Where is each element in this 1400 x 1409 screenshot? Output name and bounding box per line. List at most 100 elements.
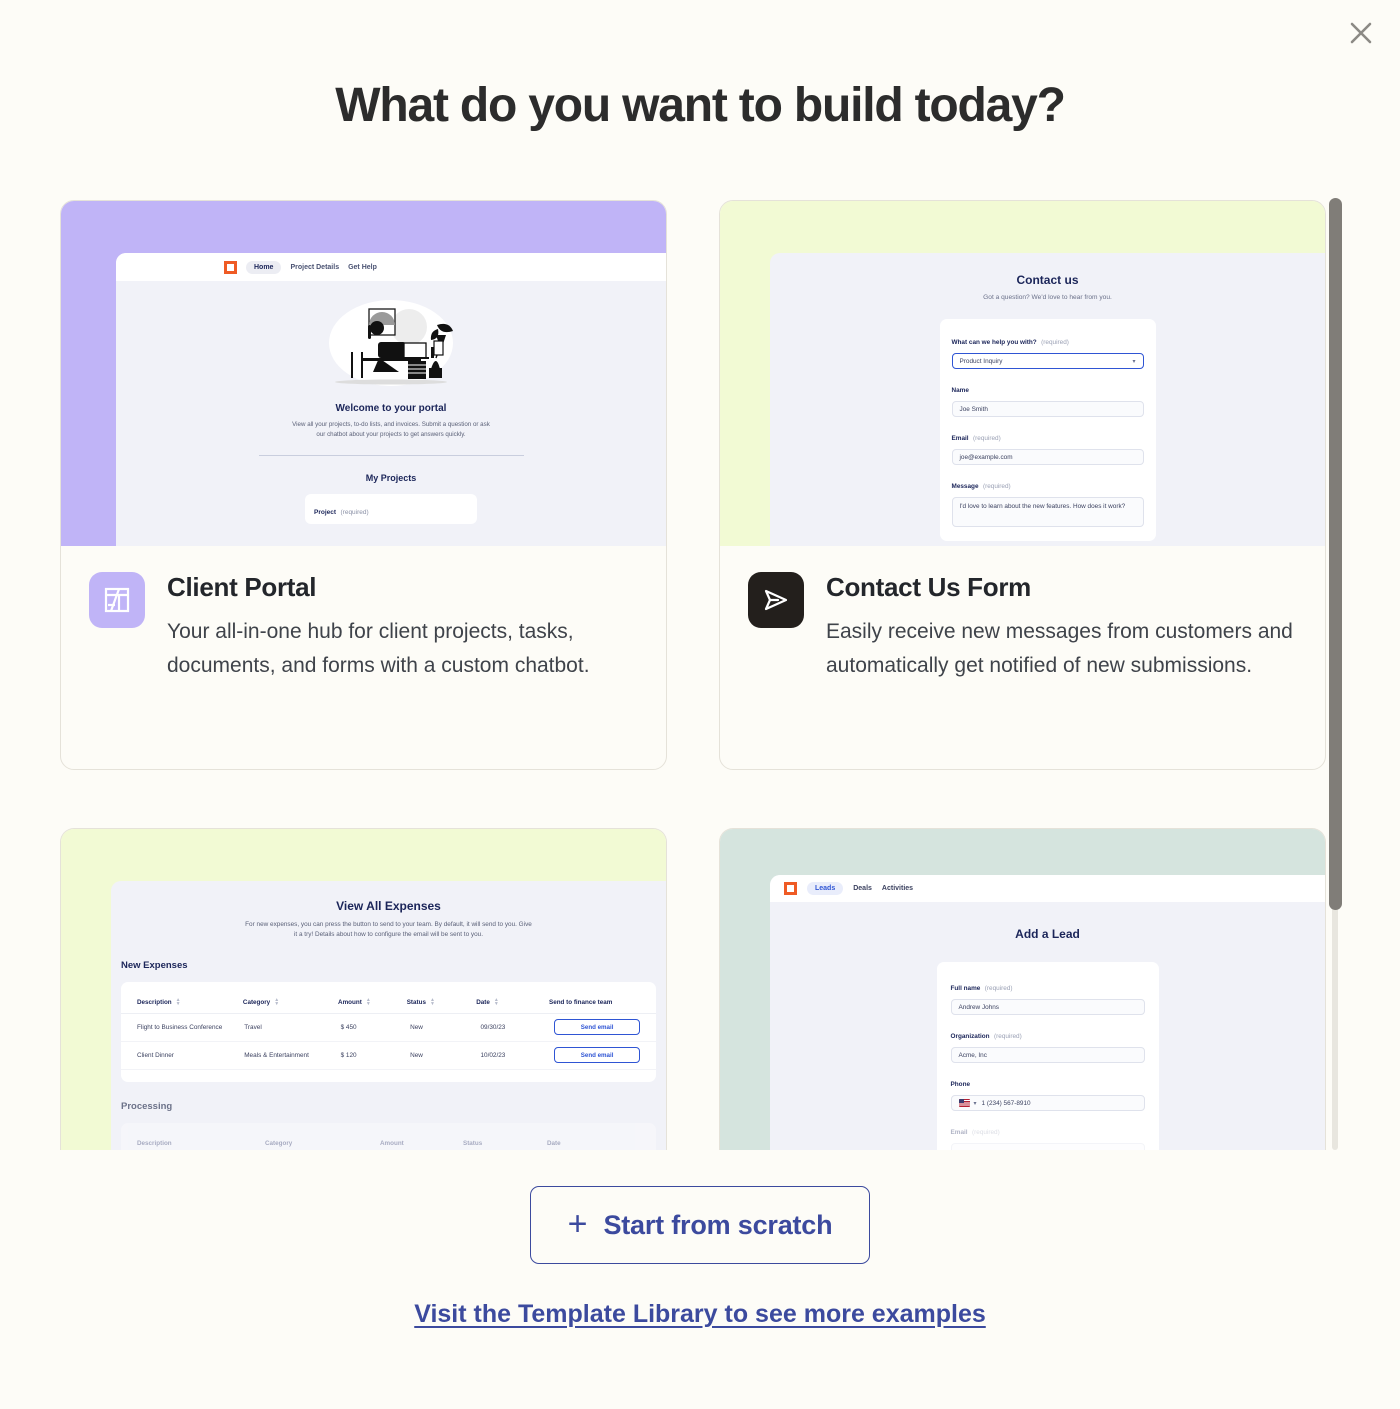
scrollbar-thumb[interactable]	[1329, 198, 1342, 910]
organization-input[interactable]: Acme, Inc	[950, 1047, 1145, 1063]
close-icon[interactable]	[1340, 12, 1382, 54]
email-value: joe@example.com	[959, 453, 1013, 461]
sort-icon[interactable]: ▲ ▼	[176, 998, 181, 1007]
message-textarea[interactable]: I'd love to learn about the new features…	[951, 497, 1144, 527]
contact-form-mock: Contact us Got a question? We'd love to …	[770, 253, 1325, 546]
form-group-organization: Organization (required) Acme, Inc	[950, 1025, 1145, 1063]
col-label: Category	[242, 998, 271, 1006]
form-group-full-name: Full name (required) Andrew Johns	[950, 977, 1145, 1015]
template-description: Your all-in-one hub for client projects,…	[167, 620, 590, 678]
app-logo-icon	[224, 260, 237, 274]
desk-illustration-svg	[329, 300, 453, 386]
field-label-organization: Organization (required)	[951, 1025, 1145, 1043]
col-date: Date	[547, 1139, 561, 1147]
send-email-button[interactable]: Send email	[554, 1047, 640, 1063]
col-amount: Amount	[380, 1139, 404, 1147]
crm-mock-navbar: Leads Deals Activities	[770, 875, 1325, 902]
template-library-link[interactable]: Visit the Template Library to see more e…	[0, 1300, 1400, 1329]
portal-nav-item-project-details: Project Details	[290, 263, 340, 271]
cell-amount: $ 450	[340, 1023, 357, 1031]
table-header-row: Description ▲ ▼ Category ▲ ▼ Amount ▲ ▼ Status…	[121, 992, 656, 1014]
form-group-phone: Phone ▾ 1 (234) 567-8910	[950, 1073, 1145, 1111]
portal-heading: Welcome to your portal	[335, 403, 447, 414]
portal-project-required: (required)	[340, 509, 369, 517]
template-card-footer-contact-us-form: Contact Us Form Easily receive new messa…	[720, 546, 1325, 713]
name-input[interactable]: Joe Smith	[951, 401, 1144, 417]
label-text: Email	[951, 435, 969, 442]
template-preview-contact-us-form: Contact us Got a question? We'd love to …	[720, 201, 1325, 546]
template-picker-modal: What do you want to build today? Home Pr…	[0, 0, 1400, 1409]
label-text: Organization	[950, 1033, 990, 1040]
send-email-button[interactable]: Send email	[554, 1019, 640, 1035]
plus-icon: +	[567, 1205, 588, 1244]
divider	[258, 455, 524, 457]
portal-section-title: My Projects	[365, 473, 417, 484]
label-text: What can we help you with?	[951, 339, 1037, 346]
col-label: Status	[406, 998, 426, 1006]
full-name-input[interactable]: Andrew Johns	[950, 999, 1145, 1015]
cell-category: Travel	[244, 1023, 262, 1031]
phone-input[interactable]: ▾ 1 (234) 567-8910	[950, 1095, 1145, 1111]
table-row[interactable]: Client Dinner Meals & Entertainment $ 12…	[121, 1042, 656, 1070]
required-text: (required)	[1041, 339, 1069, 346]
expenses-mock: View All Expenses For new expenses, you …	[111, 881, 666, 1150]
template-card-expenses[interactable]: View All Expenses For new expenses, you …	[60, 828, 667, 1150]
cell-description: Client Dinner	[137, 1051, 174, 1059]
table-row[interactable]: Flight to Business Conference Travel $ 4…	[121, 1014, 656, 1042]
template-grid-scroll-area[interactable]: Home Project Details Get Help Welcome to…	[60, 200, 1340, 1150]
expenses-section-processing: Processing	[121, 1100, 173, 1112]
start-from-scratch-label: Start from scratch	[603, 1209, 833, 1240]
page-title: What do you want to build today?	[335, 79, 1066, 132]
paper-plane-icon-glyph	[764, 589, 788, 611]
template-preview-expenses: View All Expenses For new expenses, you …	[61, 829, 666, 1150]
close-icon-glyph	[1350, 22, 1372, 44]
full-name-value: Andrew Johns	[958, 1003, 1000, 1011]
sort-icon[interactable]: ▲ ▼	[274, 998, 279, 1007]
sort-icon[interactable]: ▲ ▼	[366, 998, 371, 1007]
template-card-client-portal[interactable]: Home Project Details Get Help Welcome to…	[60, 200, 667, 770]
template-card-contact-us-form[interactable]: Contact us Got a question? We'd love to …	[719, 200, 1326, 770]
col-status: Status	[463, 1139, 483, 1147]
contact-form: What can we help you with? (required) Pr…	[939, 319, 1156, 541]
col-category: Category	[265, 1139, 293, 1147]
sort-icon[interactable]: ▲ ▼	[494, 998, 499, 1007]
expenses-table: Description ▲ ▼ Category ▲ ▼ Amount ▲ ▼ Status…	[121, 981, 656, 1082]
col-send-to-finance: Send to finance team	[549, 998, 613, 1006]
form-group-topic: What can we help you with? (required) Pr…	[951, 331, 1144, 369]
field-label-phone: Phone	[951, 1073, 1145, 1091]
desk-illustration	[305, 295, 477, 395]
chevron-down-icon[interactable]: ▾	[974, 1100, 977, 1107]
chevron-down-icon: ▾	[1132, 358, 1136, 365]
col-category: Category ▲ ▼	[242, 998, 338, 1007]
portal-mock-navbar: Home Project Details Get Help	[116, 253, 666, 281]
col-description: Description ▲ ▼	[137, 998, 243, 1007]
template-card-crm-leads[interactable]: Leads Deals Activities Add a Lead Full n…	[719, 828, 1326, 1150]
crm-nav-item-activities: Activities	[881, 885, 914, 892]
message-value: I'd love to learn about the new features…	[959, 503, 1126, 510]
col-status: Status ▲ ▼	[406, 998, 477, 1007]
label-text: Phone	[950, 1081, 971, 1088]
sort-icon[interactable]: ▲ ▼	[430, 998, 435, 1007]
cell-category: Meals & Entertainment	[244, 1051, 309, 1059]
email-input[interactable]	[950, 1143, 1145, 1150]
expenses-subheading: For new expenses, you can press the butt…	[245, 921, 532, 939]
topic-select[interactable]: Product Inquiry ▾	[951, 353, 1144, 369]
portal-subheading: View all your projects, to-do lists, and…	[292, 421, 490, 438]
form-group-email: Email (required) joe@example.com	[951, 427, 1144, 465]
label-text: Message	[951, 483, 979, 490]
col-date: Date ▲ ▼	[476, 998, 549, 1007]
col-label: Date	[476, 998, 490, 1006]
email-input[interactable]: joe@example.com	[951, 449, 1144, 465]
template-preview-client-portal: Home Project Details Get Help Welcome to…	[61, 201, 666, 546]
required-text: (required)	[984, 985, 1013, 992]
crm-mock: Leads Deals Activities Add a Lead Full n…	[770, 875, 1325, 1150]
col-label: Description	[137, 998, 172, 1006]
required-text: (required)	[973, 435, 1001, 442]
contact-subheading: Got a question? We'd love to hear from y…	[983, 294, 1112, 301]
us-flag-icon	[958, 1099, 970, 1107]
form-group-email: Email (required)	[950, 1121, 1145, 1150]
cell-status: New	[410, 1023, 423, 1031]
required-text: (required)	[994, 1033, 1022, 1040]
start-from-scratch-button[interactable]: + Start from scratch	[530, 1186, 870, 1264]
template-title: Client Portal	[167, 572, 317, 602]
